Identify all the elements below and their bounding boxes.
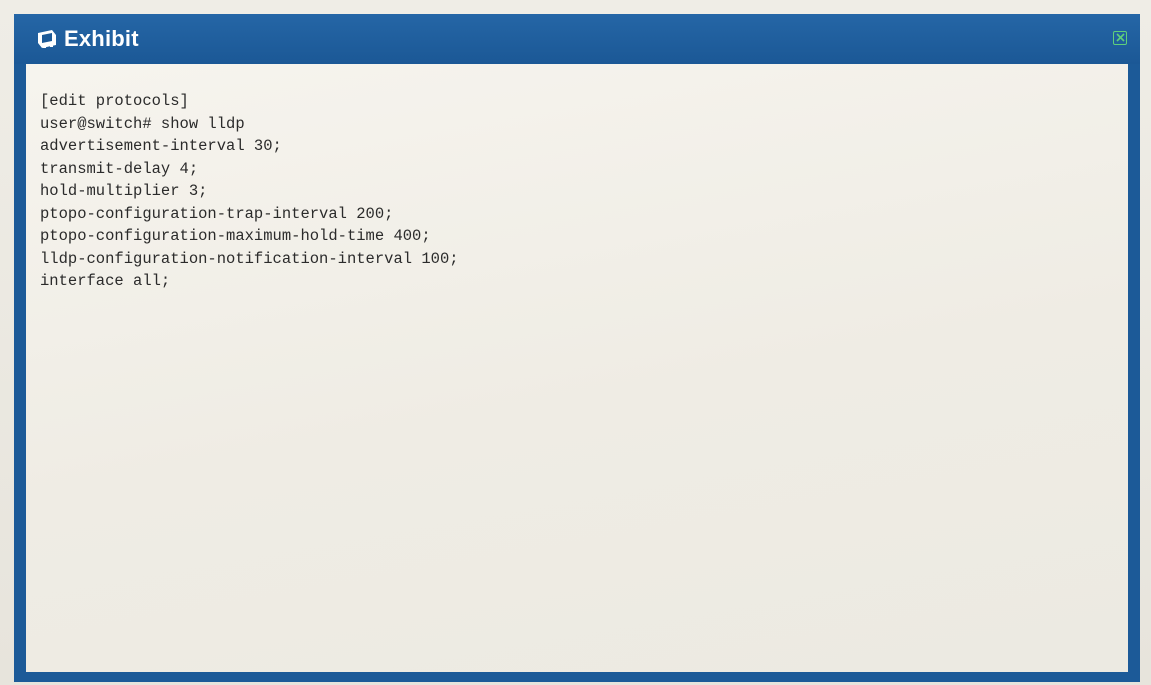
- close-icon: [1115, 29, 1125, 47]
- close-button[interactable]: [1113, 31, 1127, 45]
- exhibit-window: Exhibit [edit protocols] user@switch# sh…: [14, 14, 1140, 682]
- window-title: Exhibit: [64, 26, 139, 51]
- cli-line: interface all;: [40, 272, 171, 290]
- cli-line: advertisement-interval 30;: [40, 137, 282, 155]
- cli-line: hold-multiplier 3;: [40, 182, 208, 200]
- monitor-icon: [36, 29, 58, 49]
- screen-background: Exhibit [edit protocols] user@switch# sh…: [0, 0, 1151, 685]
- cli-line: lldp-configuration-notification-interval…: [40, 249, 459, 268]
- cli-line: ptopo-configuration-trap-interval 200;: [40, 204, 394, 223]
- cli-line: transmit-delay 4;: [40, 159, 199, 178]
- exhibit-content: [edit protocols] user@switch# show lldp …: [26, 64, 1128, 672]
- cli-line: [edit protocols]: [40, 92, 189, 110]
- cli-line: ptopo-configuration-maximum-hold-time 40…: [40, 227, 431, 245]
- cli-line: user@switch# show lldp: [40, 114, 245, 133]
- cli-output: [edit protocols] user@switch# show lldp …: [40, 90, 1128, 293]
- window-titlebar: Exhibit: [14, 14, 1140, 64]
